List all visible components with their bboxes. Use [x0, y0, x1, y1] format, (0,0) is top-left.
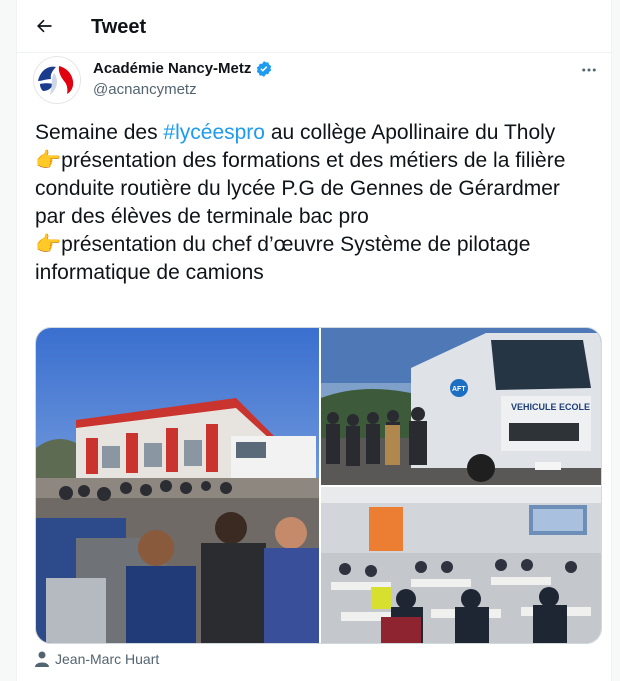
author-name-text: Académie Nancy-Metz	[93, 60, 252, 77]
truck-label-text: VEHICULE ECOLE	[511, 402, 590, 412]
verified-badge-icon	[257, 61, 272, 77]
page-header: Tweet	[17, 0, 613, 53]
tweet-text-location: au collège Apollinaire du Tholy	[264, 121, 556, 144]
photo-classroom-presentation[interactable]	[321, 487, 601, 643]
tweet-text-paragraph-3: 👉présentation du chef d’œuvre Système de…	[35, 233, 531, 284]
tweet-text-paragraph-2: 👉présentation des formations et des méti…	[35, 149, 566, 228]
arrow-left-icon	[37, 19, 52, 33]
back-button[interactable]	[29, 11, 59, 41]
author-handle[interactable]: @acnancymetz	[93, 81, 197, 99]
avatar[interactable]	[33, 56, 81, 104]
hashtag-link[interactable]: #lycéespro	[163, 121, 265, 144]
photo-credit[interactable]: Jean-Marc Huart	[35, 650, 159, 668]
tweet-author: Académie Nancy-Metz @acnancymetz	[33, 56, 603, 104]
tweet-page: Tweet Académie Nancy-Metz @acnancymetz S…	[16, 0, 613, 681]
credit-name: Jean-Marc Huart	[55, 651, 160, 667]
page-title: Tweet	[91, 16, 147, 38]
academie-logo	[38, 66, 74, 95]
more-options-button[interactable]	[575, 58, 603, 82]
photo-school-courtyard[interactable]	[36, 328, 319, 643]
tweet-text-intro: Semaine des	[35, 121, 164, 144]
more-horizontal-icon	[582, 68, 596, 72]
photo-driving-school-truck[interactable]: VEHICULE ECOLE AFT	[321, 328, 601, 485]
tweet-media-grid: VEHICULE ECOLE AFT	[35, 327, 602, 644]
truck-badge-text: AFT	[452, 386, 466, 393]
tweet-text: Semaine des #lycéespro au collège Apolli…	[35, 119, 595, 287]
user-icon	[35, 651, 49, 667]
author-display-name[interactable]: Académie Nancy-Metz	[93, 60, 273, 78]
